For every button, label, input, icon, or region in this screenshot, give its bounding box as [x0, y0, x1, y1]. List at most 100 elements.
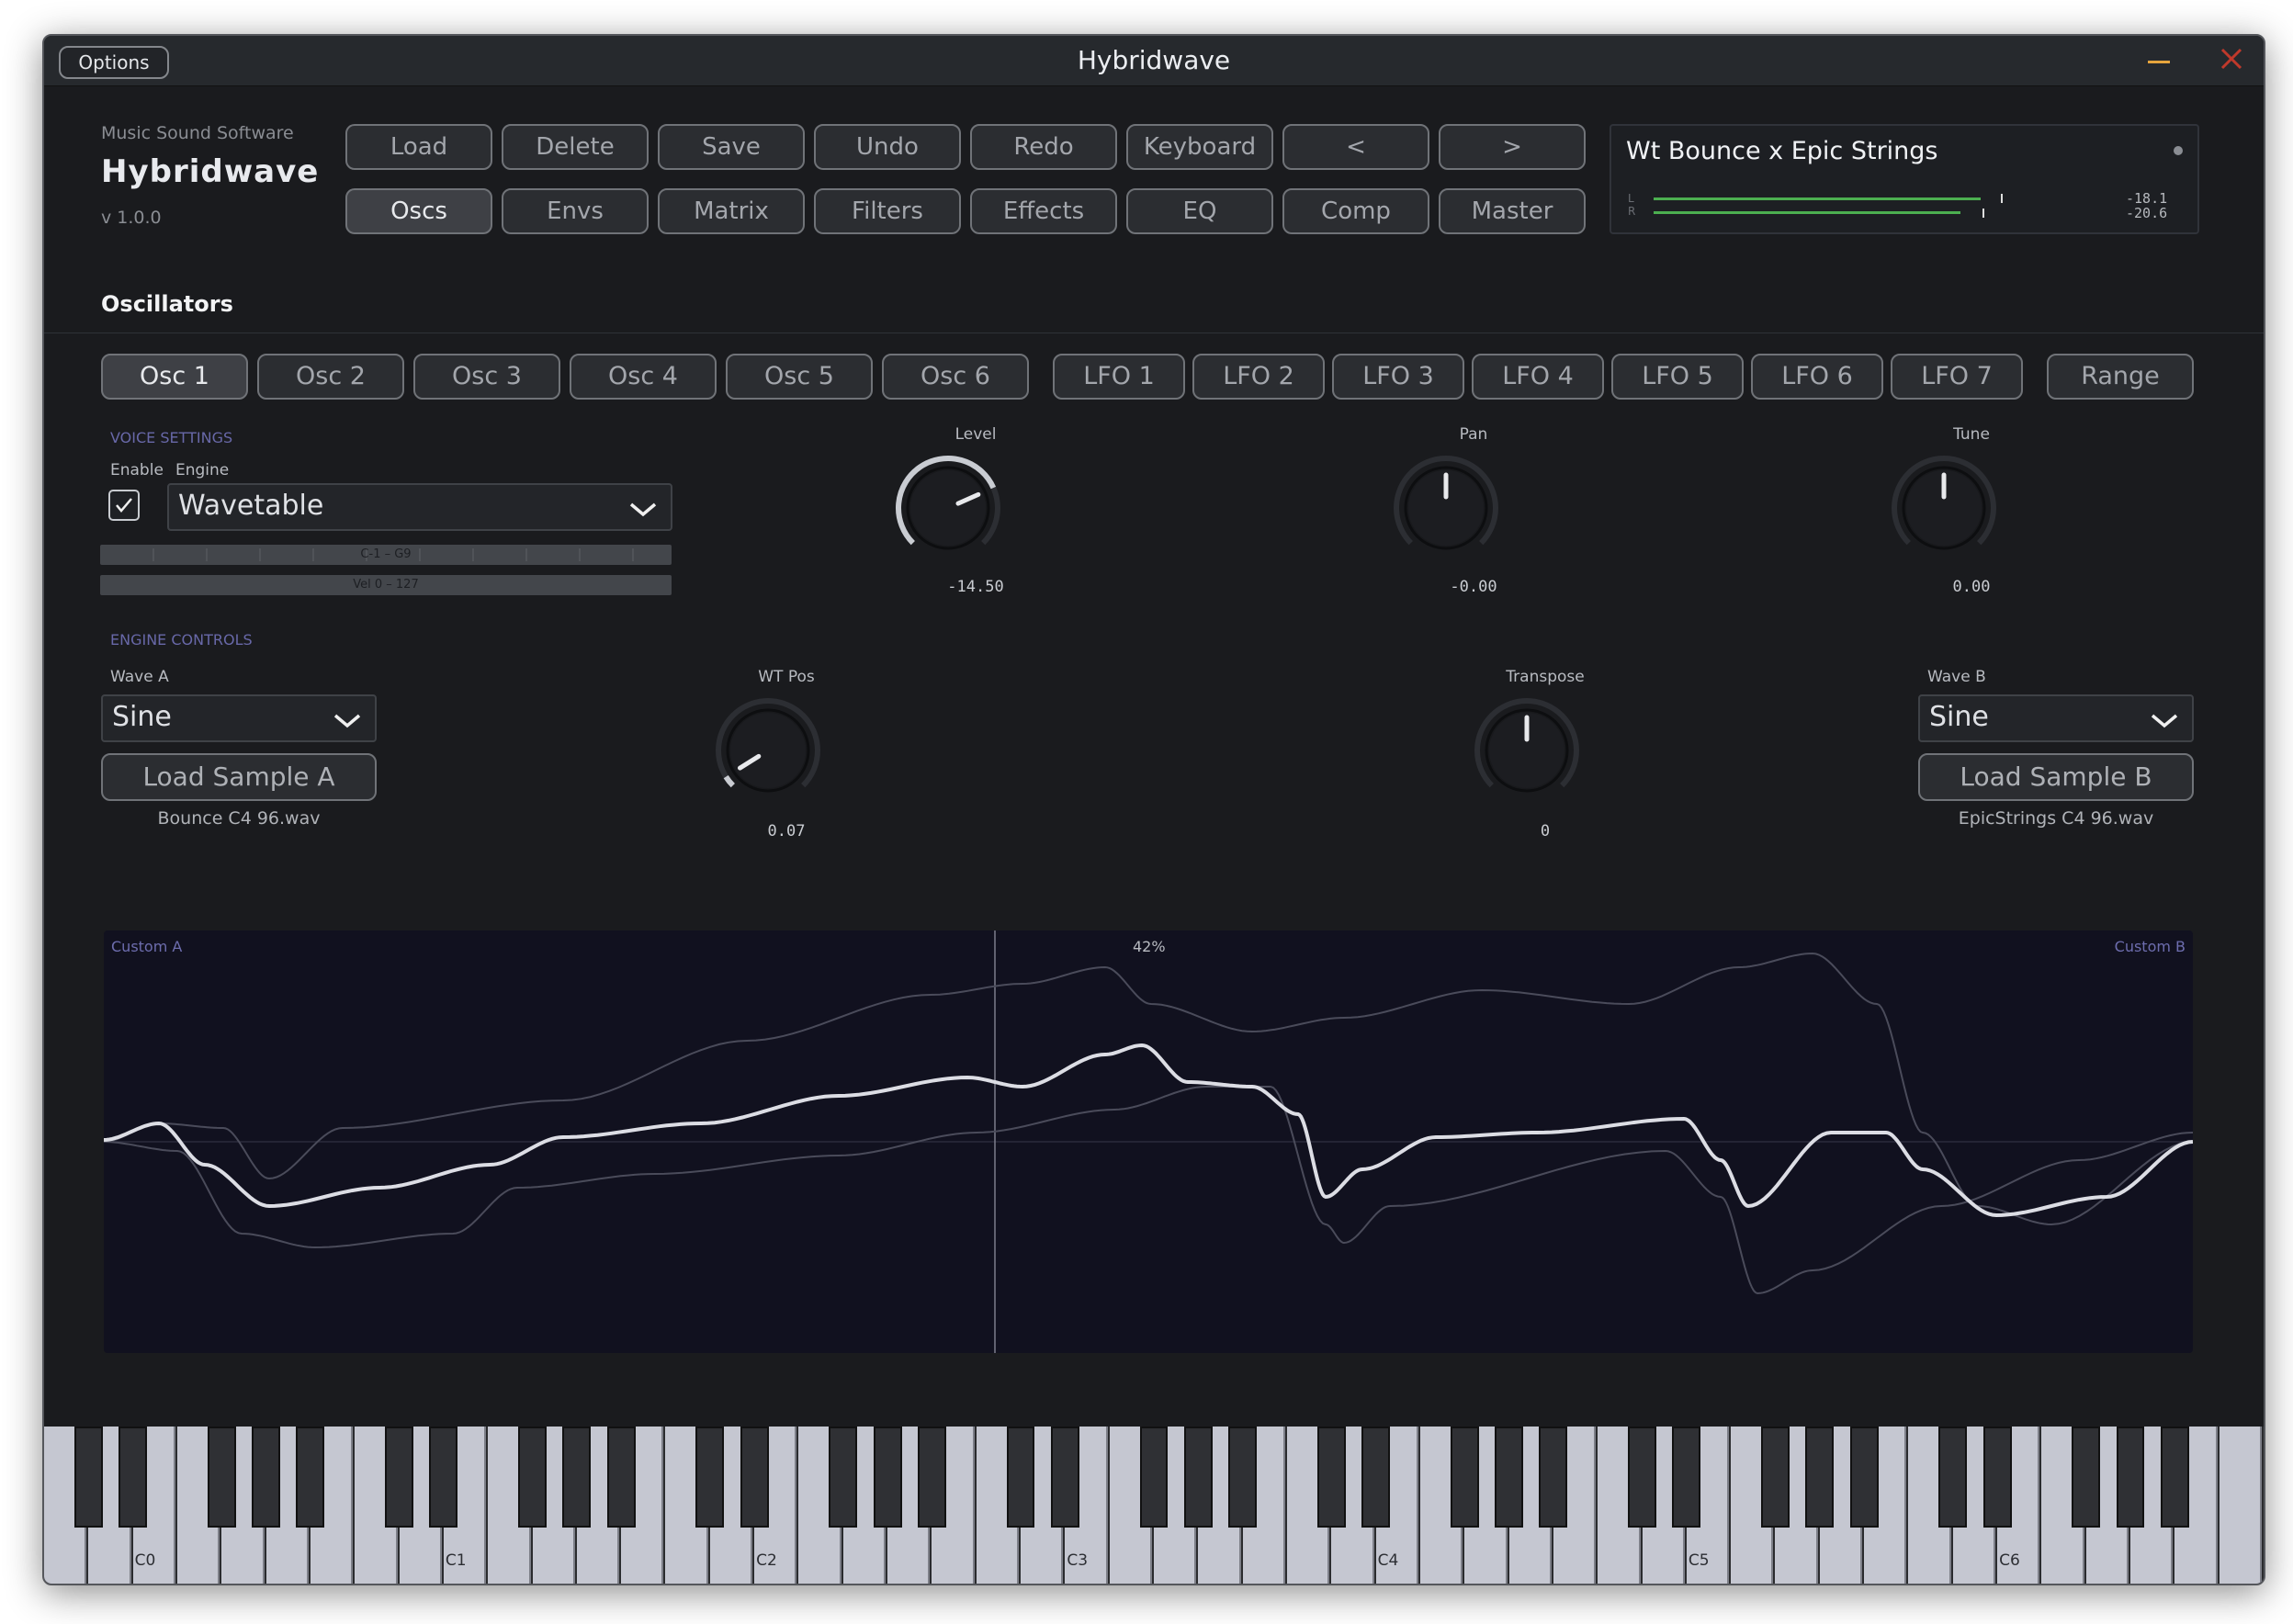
- piano-black-key[interactable]: [207, 1427, 236, 1528]
- piano-black-key[interactable]: [1761, 1427, 1790, 1528]
- wave-a-label: Wave A: [110, 668, 169, 686]
- piano-black-key[interactable]: [119, 1427, 148, 1528]
- piano-black-key[interactable]: [1849, 1427, 1879, 1528]
- tab-lfo-6[interactable]: LFO 6: [1751, 354, 1883, 400]
- piano-white-key[interactable]: [2219, 1427, 2262, 1584]
- tab-lfo-2[interactable]: LFO 2: [1192, 354, 1325, 400]
- piano-black-key[interactable]: [873, 1427, 902, 1528]
- enable-checkbox[interactable]: [108, 490, 140, 521]
- velocity-range-bar[interactable]: Vel 0 – 127: [100, 575, 672, 595]
- tab-lfo-5[interactable]: LFO 5: [1611, 354, 1744, 400]
- window-title: Hybridwave: [1077, 45, 1231, 75]
- piano-black-key[interactable]: [296, 1427, 325, 1528]
- piano-black-key[interactable]: [2072, 1427, 2101, 1528]
- tab-lfo-1[interactable]: LFO 1: [1053, 354, 1185, 400]
- app-window: Options Hybridwave Music Sound Software …: [42, 34, 2265, 1585]
- piano-black-key[interactable]: [1139, 1427, 1169, 1528]
- piano-black-key[interactable]: [740, 1427, 769, 1528]
- meter-left-bar: [1654, 197, 1981, 200]
- piano-black-key[interactable]: [695, 1427, 725, 1528]
- piano-black-key[interactable]: [917, 1427, 946, 1528]
- nav-tab-oscs[interactable]: Oscs: [345, 188, 492, 234]
- piano-black-key[interactable]: [1805, 1427, 1835, 1528]
- piano-black-key[interactable]: [1006, 1427, 1035, 1528]
- piano-black-key[interactable]: [1316, 1427, 1346, 1528]
- octave-label: C5: [1688, 1551, 1710, 1570]
- piano-black-key[interactable]: [429, 1427, 458, 1528]
- tab-osc-1[interactable]: Osc 1: [101, 354, 248, 400]
- wavetable-graph: [104, 930, 2193, 1353]
- nav-tab-master[interactable]: Master: [1439, 188, 1586, 234]
- wt-pos-knob[interactable]: [715, 697, 821, 807]
- tab-lfo-7[interactable]: LFO 7: [1891, 354, 2023, 400]
- nav-tab-comp[interactable]: Comp: [1282, 188, 1429, 234]
- tab-osc-2[interactable]: Osc 2: [257, 354, 404, 400]
- piano-black-key[interactable]: [606, 1427, 636, 1528]
- piano-black-key[interactable]: [1539, 1427, 1568, 1528]
- piano-black-key[interactable]: [2160, 1427, 2189, 1528]
- close-button[interactable]: [2220, 47, 2243, 71]
- nav-tab-envs[interactable]: Envs: [502, 188, 649, 234]
- version-label: v 1.0.0: [101, 208, 162, 228]
- piano-black-key[interactable]: [1672, 1427, 1701, 1528]
- toolbar-button-1[interactable]: Load: [345, 124, 492, 170]
- key-range-bar[interactable]: C-1 – G9: [100, 545, 672, 565]
- tab-osc-4[interactable]: Osc 4: [570, 354, 717, 400]
- toolbar-button-6[interactable]: Keyboard: [1126, 124, 1273, 170]
- nav-tab-effects[interactable]: Effects: [970, 188, 1117, 234]
- piano-black-key[interactable]: [1050, 1427, 1079, 1528]
- toolbar-button-2[interactable]: Delete: [502, 124, 649, 170]
- nav-tab-matrix[interactable]: Matrix: [658, 188, 805, 234]
- minimize-button[interactable]: [2148, 51, 2170, 71]
- wave-b-dropdown[interactable]: Sine: [1918, 694, 2194, 742]
- section-title: Oscillators: [101, 291, 233, 317]
- tab-lfo-3[interactable]: LFO 3: [1332, 354, 1464, 400]
- toolbar-button-7[interactable]: <: [1282, 124, 1429, 170]
- wave-a-value: Sine: [112, 701, 172, 733]
- piano-black-key[interactable]: [1183, 1427, 1213, 1528]
- tab-osc-6[interactable]: Osc 6: [882, 354, 1029, 400]
- level-label: Level: [954, 425, 997, 444]
- wave-a-dropdown[interactable]: Sine: [101, 694, 377, 742]
- piano-black-key[interactable]: [2116, 1427, 2145, 1528]
- position-label: 42%: [1133, 938, 1166, 955]
- octave-label: C3: [1067, 1551, 1089, 1570]
- load-sample-a-button[interactable]: Load Sample A: [101, 753, 377, 801]
- piano-black-key[interactable]: [562, 1427, 592, 1528]
- toolbar-button-3[interactable]: Save: [658, 124, 805, 170]
- load-sample-b-button[interactable]: Load Sample B: [1918, 753, 2194, 801]
- piano-black-key[interactable]: [1628, 1427, 1656, 1528]
- toolbar-button-8[interactable]: >: [1439, 124, 1586, 170]
- pan-knob[interactable]: [1393, 455, 1499, 565]
- tab-lfo-4[interactable]: LFO 4: [1472, 354, 1604, 400]
- tab-osc-5[interactable]: Osc 5: [726, 354, 873, 400]
- transpose-knob[interactable]: [1474, 697, 1580, 807]
- piano-black-key[interactable]: [1450, 1427, 1479, 1528]
- piano-black-key[interactable]: [1361, 1427, 1391, 1528]
- piano-black-key[interactable]: [385, 1427, 414, 1528]
- tab-osc-3[interactable]: Osc 3: [413, 354, 560, 400]
- engine-dropdown[interactable]: Wavetable: [167, 483, 672, 531]
- piano-keyboard[interactable]: C0C1C2C3C4C5C6C7: [44, 1427, 2264, 1584]
- piano-black-key[interactable]: [1495, 1427, 1524, 1528]
- meter-right-bar: [1654, 211, 1960, 214]
- level-knob[interactable]: [895, 455, 1001, 565]
- company-name: Music Sound Software: [101, 123, 294, 143]
- custom-b-label: Custom B: [2114, 938, 2186, 955]
- nav-tab-eq[interactable]: EQ: [1126, 188, 1273, 234]
- piano-black-key[interactable]: [1982, 1427, 2012, 1528]
- octave-label: C1: [445, 1551, 467, 1570]
- piano-black-key[interactable]: [1228, 1427, 1258, 1528]
- toolbar-button-5[interactable]: Redo: [970, 124, 1117, 170]
- piano-black-key[interactable]: [829, 1427, 858, 1528]
- toolbar-button-4[interactable]: Undo: [814, 124, 961, 170]
- meter-left-label: L: [1628, 192, 1634, 205]
- piano-black-key[interactable]: [1938, 1427, 1968, 1528]
- piano-black-key[interactable]: [252, 1427, 281, 1528]
- wavetable-display[interactable]: Custom A Custom B 42%: [104, 930, 2193, 1353]
- piano-black-key[interactable]: [518, 1427, 547, 1528]
- nav-tab-filters[interactable]: Filters: [814, 188, 961, 234]
- tab-range[interactable]: Range: [2047, 354, 2194, 400]
- tune-knob[interactable]: [1891, 455, 1997, 565]
- piano-black-key[interactable]: [73, 1427, 103, 1528]
